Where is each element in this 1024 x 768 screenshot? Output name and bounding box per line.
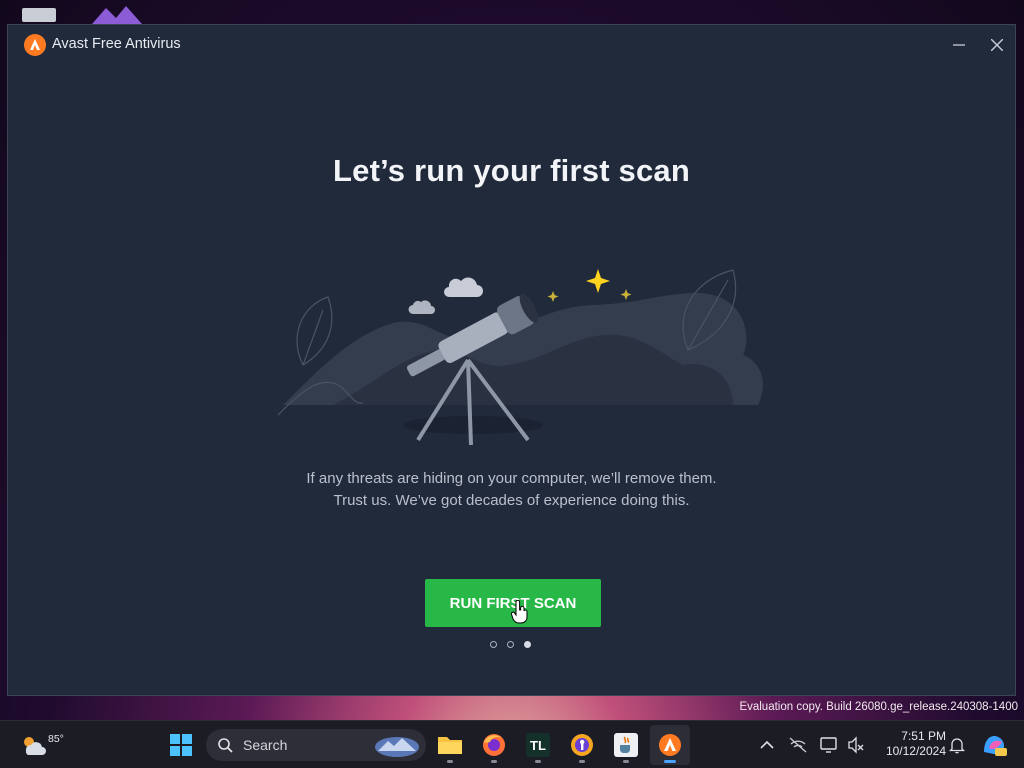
taskbar-firefox[interactable] (474, 725, 514, 765)
taskbar-proton-pass[interactable] (562, 725, 602, 765)
page-dot-1[interactable] (490, 641, 497, 648)
description: If any threats are hiding on your comput… (8, 468, 1015, 512)
taskbar-search[interactable]: Search (206, 729, 426, 761)
search-placeholder: Search (243, 737, 288, 753)
page-dot-2[interactable] (507, 641, 514, 648)
display-network-icon[interactable] (819, 735, 839, 755)
minimize-icon (953, 44, 965, 46)
desktop-icon-partial-2[interactable] (92, 4, 142, 24)
search-icon (218, 738, 233, 753)
page-dot-3[interactable] (524, 641, 531, 648)
clock-date: 10/12/2024 (885, 744, 946, 758)
taskbar-tl-app[interactable]: TL (518, 725, 558, 765)
folder-icon (438, 737, 462, 754)
close-button[interactable] (981, 31, 1013, 59)
volume-muted-icon[interactable] (846, 735, 866, 755)
taskbar-file-explorer[interactable] (430, 725, 470, 765)
avast-logo-icon (24, 34, 46, 56)
search-highlight-image-icon (375, 737, 419, 757)
taskbar: 85° Search TL 7:51 PM 10/12/2024 (0, 720, 1024, 768)
taskbar-avast[interactable] (650, 725, 690, 765)
avast-icon (659, 734, 681, 756)
title-bar: Avast Free Antivirus (8, 25, 1015, 63)
evaluation-watermark: Evaluation copy. Build 26080.ge_release.… (739, 701, 1018, 713)
avast-window: Avast Free Antivirus Let’s run your firs… (7, 24, 1016, 696)
window-title: Avast Free Antivirus (52, 36, 181, 52)
start-button[interactable] (161, 725, 201, 765)
close-icon (991, 39, 1003, 51)
telescope-illustration (277, 269, 763, 445)
weather-widget[interactable]: 85° (16, 725, 76, 765)
show-hidden-icons-chevron-icon[interactable] (757, 735, 777, 755)
tl-app-icon: TL (526, 733, 550, 757)
taskbar-java-app[interactable] (606, 725, 646, 765)
desktop-icon-partial-1[interactable] (22, 8, 56, 22)
svg-text:TL: TL (530, 738, 546, 753)
windows-logo-icon (170, 734, 192, 756)
weather-temperature: 85° (48, 733, 64, 745)
description-line-1: If any threats are hiding on your comput… (306, 470, 717, 487)
copilot-icon[interactable] (981, 732, 1007, 758)
key-vault-icon (571, 734, 593, 756)
firefox-icon (483, 734, 505, 756)
minimize-button[interactable] (943, 31, 975, 59)
network-disconnected-icon[interactable] (788, 735, 808, 755)
java-cup-icon (614, 733, 638, 757)
taskbar-clock[interactable]: 7:51 PM 10/12/2024 (872, 729, 946, 759)
notifications-bell-icon[interactable] (947, 735, 967, 755)
run-first-scan-button[interactable]: RUN FIRST SCAN (425, 579, 601, 627)
page-title: Let’s run your first scan (333, 153, 690, 188)
weather-icon (24, 737, 46, 755)
clock-time: 7:51 PM (901, 729, 946, 743)
description-line-2: Trust us. We’ve got decades of experienc… (333, 492, 690, 509)
